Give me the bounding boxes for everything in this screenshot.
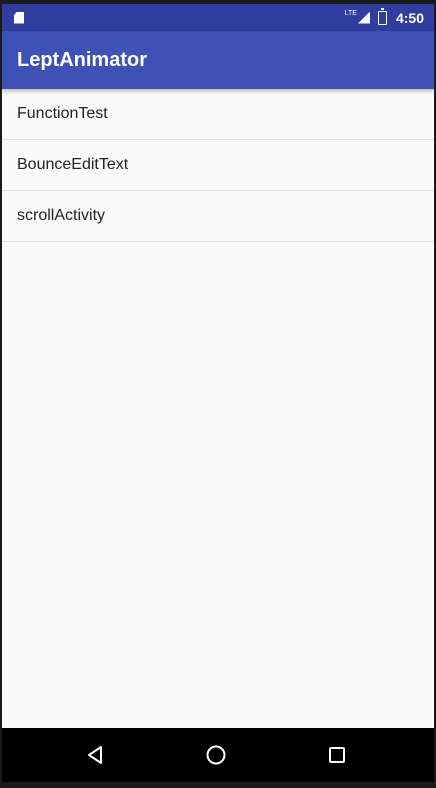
home-button[interactable] xyxy=(202,741,230,769)
list-item-label: scrollActivity xyxy=(17,207,106,224)
battery-charging-icon xyxy=(377,8,387,25)
home-icon xyxy=(206,745,226,765)
list-item-scroll-activity[interactable]: scrollActivity xyxy=(2,191,434,242)
status-right: LTE 4:50 xyxy=(344,8,424,26)
back-button[interactable] xyxy=(82,741,110,769)
app-title: LeptAnimator xyxy=(17,48,147,71)
status-left xyxy=(14,11,24,24)
back-icon xyxy=(88,746,102,764)
list-item-function-test[interactable]: FunctionTest xyxy=(2,89,434,140)
sd-card-icon xyxy=(14,11,24,24)
activity-list: FunctionTest BounceEditText scrollActivi… xyxy=(2,89,434,242)
app-bar: LeptAnimator xyxy=(2,31,434,89)
status-bar: LTE 4:50 xyxy=(2,4,434,31)
list-item-bounce-edit-text[interactable]: BounceEditText xyxy=(2,140,434,191)
signal-icon xyxy=(357,11,370,24)
lte-icon: LTE xyxy=(344,10,357,17)
list-item-label: FunctionTest xyxy=(17,105,108,122)
recents-button[interactable] xyxy=(323,741,351,769)
phone-screen: LTE 4:50 LeptAnimator FunctionTest Bounc… xyxy=(2,4,434,782)
navigation-bar xyxy=(2,728,434,782)
status-time: 4:50 xyxy=(395,9,424,26)
list-item-label: BounceEditText xyxy=(17,156,129,173)
recents-icon xyxy=(329,747,345,763)
